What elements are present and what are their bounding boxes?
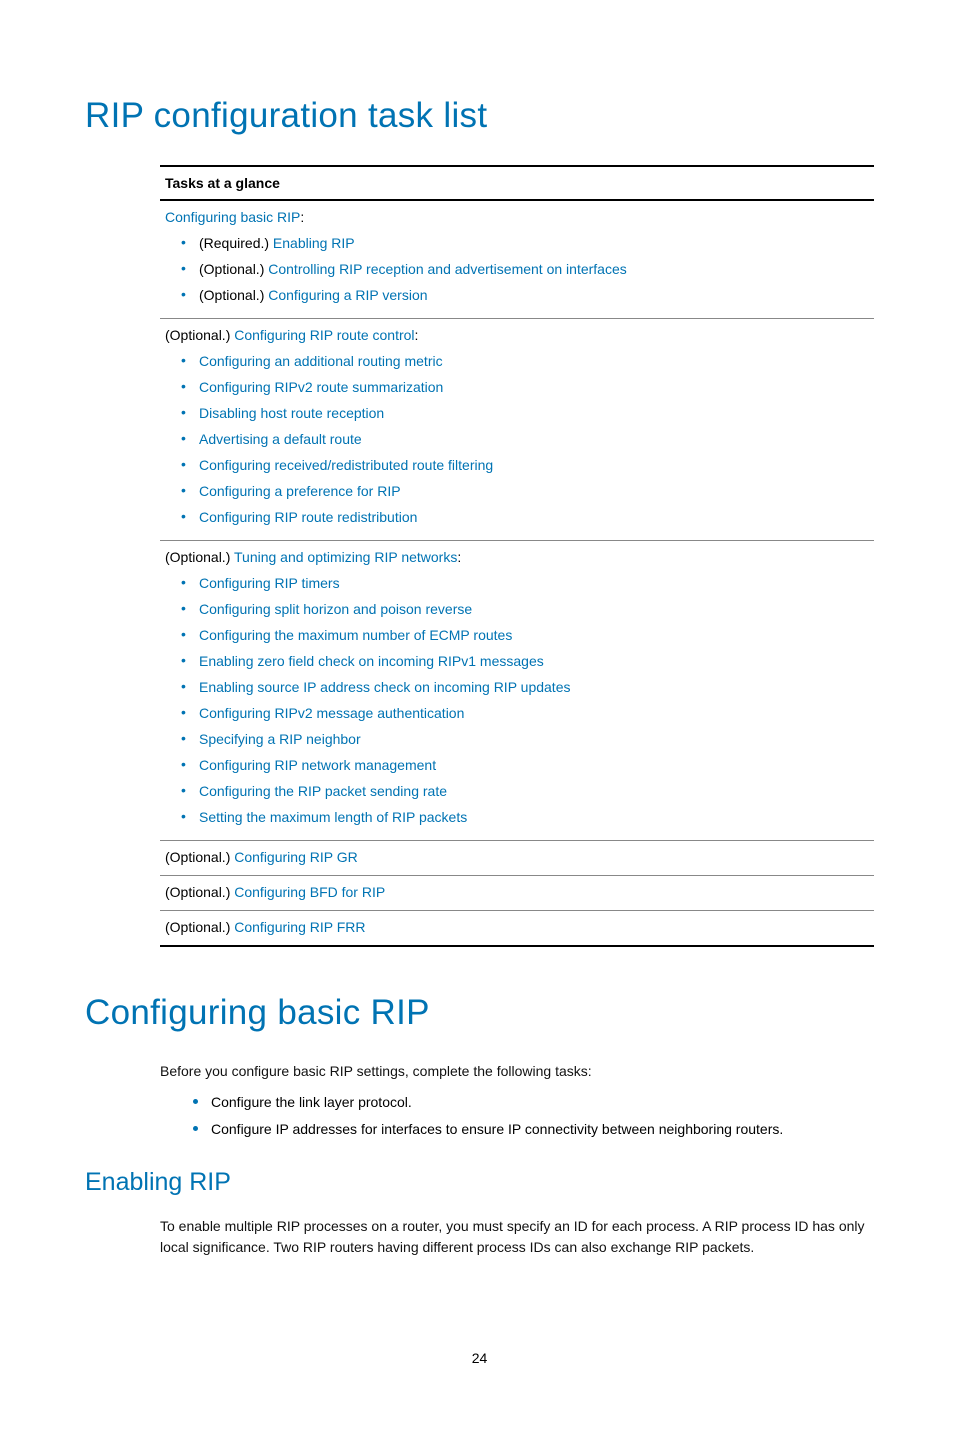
link-tuning-rip-networks[interactable]: Tuning and optimizing RIP networks — [234, 549, 457, 565]
section-rip-frr: (Optional.) Configuring RIP FRR — [160, 911, 874, 947]
list-item: Setting the maximum length of RIP packet… — [185, 807, 869, 828]
link-preference-for-rip[interactable]: Configuring a preference for RIP — [199, 483, 401, 499]
list-item: Disabling host route reception — [185, 403, 869, 424]
text-colon: : — [415, 327, 419, 343]
section-tuning: (Optional.) Tuning and optimizing RIP ne… — [160, 541, 874, 841]
list-item: (Optional.) Controlling RIP reception an… — [185, 259, 869, 280]
intro-paragraph: Before you configure basic RIP settings,… — [160, 1061, 874, 1082]
link-disabling-host-route[interactable]: Disabling host route reception — [199, 405, 384, 421]
link-enabling-rip[interactable]: Enabling RIP — [273, 235, 355, 251]
task-prefix: (Optional.) — [165, 549, 234, 565]
link-rip-network-mgmt[interactable]: Configuring RIP network management — [199, 757, 436, 773]
enabling-rip-paragraph: To enable multiple RIP processes on a ro… — [160, 1216, 874, 1258]
link-ecmp-routes[interactable]: Configuring the maximum number of ECMP r… — [199, 627, 512, 643]
task-prefix: (Optional.) — [199, 261, 268, 277]
link-configuring-rip-gr[interactable]: Configuring RIP GR — [234, 849, 357, 865]
link-ripv2-summarization[interactable]: Configuring RIPv2 route summarization — [199, 379, 443, 395]
link-zero-field-check[interactable]: Enabling zero field check on incoming RI… — [199, 653, 544, 669]
list-item: Configuring the RIP packet sending rate — [185, 781, 869, 802]
heading-enabling-rip: Enabling RIP — [85, 1164, 874, 1202]
table-header: Tasks at a glance — [160, 167, 874, 201]
task-prefix: (Optional.) — [165, 327, 234, 343]
list-item: Configuring an additional routing metric — [185, 351, 869, 372]
link-controlling-rip-reception[interactable]: Controlling RIP reception and advertisem… — [268, 261, 627, 277]
list-item: Enabling zero field check on incoming RI… — [185, 651, 869, 672]
heading-rip-task-list: RIP configuration task list — [85, 90, 874, 143]
list-item: Configuring RIP route redistribution — [185, 507, 869, 528]
list-item: Configure the link layer protocol. — [193, 1092, 874, 1113]
link-split-horizon[interactable]: Configuring split horizon and poison rev… — [199, 601, 472, 617]
list-item: Configure IP addresses for interfaces to… — [193, 1119, 874, 1140]
link-route-filtering[interactable]: Configuring received/redistributed route… — [199, 457, 493, 473]
link-source-ip-check[interactable]: Enabling source IP address check on inco… — [199, 679, 571, 695]
link-configuring-rip-route-control[interactable]: Configuring RIP route control — [234, 327, 414, 343]
link-configuring-basic-rip[interactable]: Configuring basic RIP — [165, 209, 300, 225]
link-ripv2-auth[interactable]: Configuring RIPv2 message authentication — [199, 705, 464, 721]
section-basic-rip: Configuring basic RIP: (Required.) Enabl… — [160, 201, 874, 319]
task-prefix: (Optional.) — [165, 884, 234, 900]
task-prefix: (Optional.) — [165, 849, 234, 865]
link-configuring-rip-frr[interactable]: Configuring RIP FRR — [234, 919, 365, 935]
list-item: Advertising a default route — [185, 429, 869, 450]
text-colon: : — [300, 209, 304, 225]
task-prefix: (Optional.) — [199, 287, 268, 303]
section-bfd-rip: (Optional.) Configuring BFD for RIP — [160, 876, 874, 911]
link-route-redistribution[interactable]: Configuring RIP route redistribution — [199, 509, 417, 525]
list-item: Configuring RIPv2 route summarization — [185, 377, 869, 398]
list-item: Configuring received/redistributed route… — [185, 455, 869, 476]
page-number: 24 — [85, 1348, 874, 1369]
list-item: Specifying a RIP neighbor — [185, 729, 869, 750]
list-item: Configuring a preference for RIP — [185, 481, 869, 502]
list-item: (Optional.) Configuring a RIP version — [185, 285, 869, 306]
text-colon: : — [457, 549, 461, 565]
task-prefix: (Required.) — [199, 235, 273, 251]
list-item: (Required.) Enabling RIP — [185, 233, 869, 254]
list-item: Configuring RIP timers — [185, 573, 869, 594]
list-item: Configuring split horizon and poison rev… — [185, 599, 869, 620]
heading-configuring-basic-rip: Configuring basic RIP — [85, 987, 874, 1040]
link-advertising-default-route[interactable]: Advertising a default route — [199, 431, 362, 447]
link-configuring-rip-version[interactable]: Configuring a RIP version — [268, 287, 427, 303]
section-rip-gr: (Optional.) Configuring RIP GR — [160, 841, 874, 876]
link-packet-sending-rate[interactable]: Configuring the RIP packet sending rate — [199, 783, 447, 799]
link-rip-neighbor[interactable]: Specifying a RIP neighbor — [199, 731, 361, 747]
list-item: Enabling source IP address check on inco… — [185, 677, 869, 698]
tasks-table: Tasks at a glance Configuring basic RIP:… — [160, 165, 874, 947]
list-item: Configuring the maximum number of ECMP r… — [185, 625, 869, 646]
link-configuring-bfd-for-rip[interactable]: Configuring BFD for RIP — [234, 884, 385, 900]
list-item: Configuring RIPv2 message authentication — [185, 703, 869, 724]
list-item: Configuring RIP network management — [185, 755, 869, 776]
link-additional-routing-metric[interactable]: Configuring an additional routing metric — [199, 353, 443, 369]
link-rip-timers[interactable]: Configuring RIP timers — [199, 575, 340, 591]
section-route-control: (Optional.) Configuring RIP route contro… — [160, 319, 874, 541]
task-prefix: (Optional.) — [165, 919, 234, 935]
link-max-packet-length[interactable]: Setting the maximum length of RIP packet… — [199, 809, 467, 825]
